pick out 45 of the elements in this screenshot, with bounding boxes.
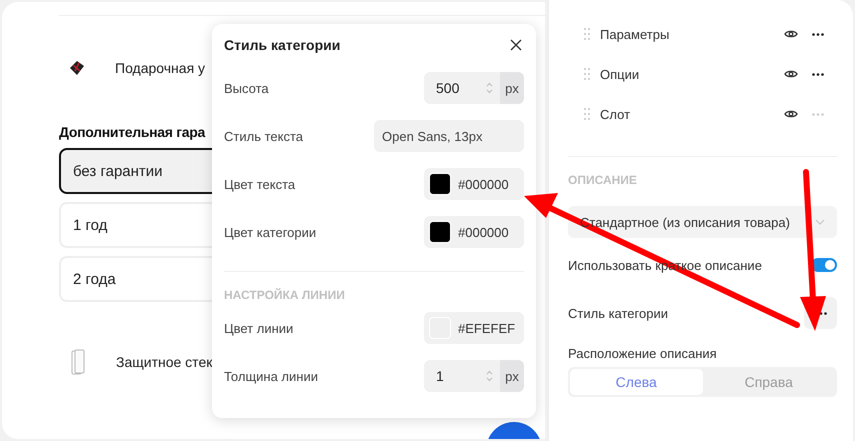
drag-handle-icon — [584, 108, 590, 120]
color-field[interactable]: #000000 — [424, 216, 524, 248]
popup-title: Стиль категории — [224, 37, 340, 53]
stepper-icon — [486, 82, 493, 94]
item-label: Слот — [600, 106, 632, 122]
chevron-down-icon — [815, 219, 825, 225]
field-value: 1 — [435, 368, 445, 384]
color-field[interactable]: #EFEFEF — [424, 312, 524, 344]
item-label: Параметры — [600, 26, 670, 42]
drag-handle-icon — [584, 28, 590, 40]
number-field[interactable]: 1 px — [424, 360, 524, 392]
color-value: #000000 — [458, 176, 509, 192]
glass-panel-icon — [71, 349, 85, 375]
field-label: Цвет категории — [224, 224, 316, 240]
position-switch[interactable]: Слева Справа — [568, 367, 837, 397]
field-label: Толщина линии — [224, 368, 318, 384]
item-label: Опции — [600, 66, 640, 82]
product-name: Защитное стек — [116, 354, 212, 370]
product-name: Подарочная у — [115, 60, 206, 76]
section-heading: Дополнительная гара — [59, 124, 206, 140]
field-label: Высота — [224, 80, 269, 96]
setting-label: Стиль категории — [568, 306, 668, 320]
number-field[interactable]: 500 px — [424, 72, 524, 104]
close-icon[interactable] — [510, 39, 522, 51]
field-label: Стиль текста — [224, 128, 303, 144]
setting-label: Расположение описания — [568, 346, 718, 361]
field-label: Цвет текста — [224, 176, 296, 192]
more-icon[interactable] — [812, 32, 824, 36]
more-icon[interactable] — [812, 72, 824, 76]
color-value: #EFEFEF — [458, 320, 516, 336]
eye-icon[interactable] — [784, 29, 798, 39]
unit-label: px — [500, 360, 524, 392]
eye-icon[interactable] — [784, 69, 798, 79]
stepper-icon — [486, 370, 493, 382]
unit-label: px — [500, 72, 524, 104]
font-field[interactable]: Open Sans, 13px — [374, 120, 524, 152]
field-value: 500 — [435, 80, 460, 96]
field-label: Цвет линии — [224, 320, 294, 336]
color-field[interactable]: #000000 — [424, 168, 524, 200]
segment-tab[interactable]: Слева — [570, 369, 702, 395]
gift-box-icon — [68, 59, 86, 77]
color-value: #000000 — [458, 224, 509, 240]
section-heading: ОПИСАНИЕ — [568, 173, 638, 187]
drag-handle-icon — [584, 68, 590, 80]
eye-icon[interactable] — [784, 109, 798, 119]
